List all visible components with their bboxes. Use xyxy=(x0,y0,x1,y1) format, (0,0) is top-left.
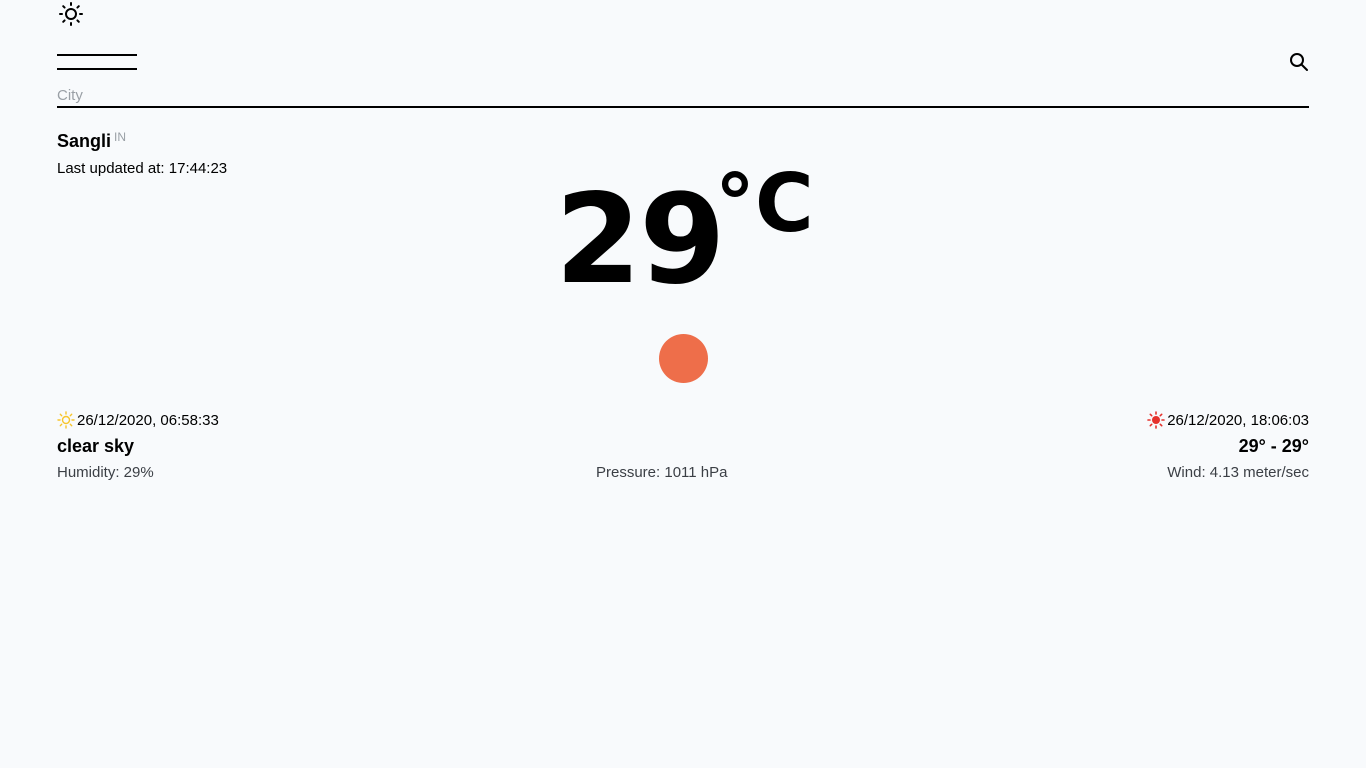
sunset-icon xyxy=(1147,411,1166,429)
weather-app: Sangli IN Last updated at: 17:44:23 29 °… xyxy=(0,0,1366,768)
humidity: Humidity: 29% xyxy=(57,464,154,481)
sunrise-time: 26/12/2020, 06:58:33 xyxy=(77,411,219,429)
menu-line-bottom xyxy=(57,68,137,70)
weather-description: clear sky xyxy=(57,436,135,456)
theme-toggle-sun-icon[interactable] xyxy=(57,1,85,29)
temperature-unit: °C xyxy=(715,157,814,250)
last-updated: Last updated at: 17:44:23 xyxy=(57,160,228,177)
country-code: IN xyxy=(114,130,126,144)
current-temperature: 29 °C xyxy=(555,164,825,312)
wind: Wind: 4.13 meter/sec xyxy=(1167,464,1309,481)
sunset-time: 26/12/2020, 18:06:03 xyxy=(1167,411,1309,429)
weather-dot-icon xyxy=(659,334,708,383)
city-search-input[interactable] xyxy=(57,84,1309,108)
menu-line-top xyxy=(57,54,137,56)
temperature-range: 29° - 29° xyxy=(1238,436,1309,456)
search-icon[interactable] xyxy=(1287,50,1311,74)
city-name: Sangli xyxy=(57,131,112,151)
pressure: Pressure: 1011 hPa xyxy=(596,464,728,481)
sunset: 26/12/2020, 18:06:03 xyxy=(1147,411,1309,429)
temperature-value: 29 xyxy=(555,168,726,312)
menu-lines-icon[interactable] xyxy=(57,52,137,72)
sunrise-icon xyxy=(57,411,75,429)
sunrise: 26/12/2020, 06:58:33 xyxy=(57,411,219,429)
